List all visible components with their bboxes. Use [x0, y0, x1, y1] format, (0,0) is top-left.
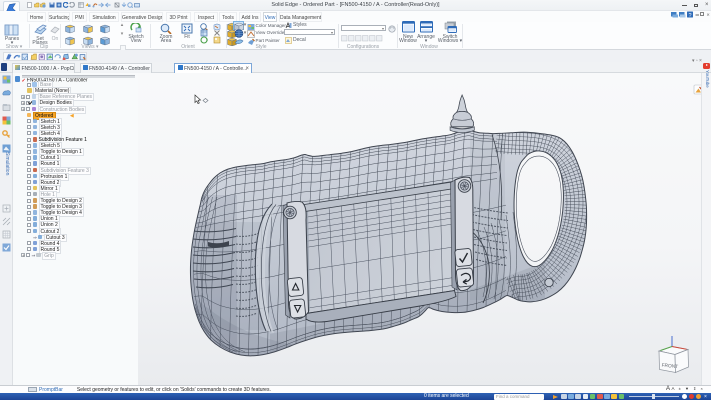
svg-text:×: × — [707, 13, 710, 19]
svg-text:?: ? — [689, 13, 692, 19]
